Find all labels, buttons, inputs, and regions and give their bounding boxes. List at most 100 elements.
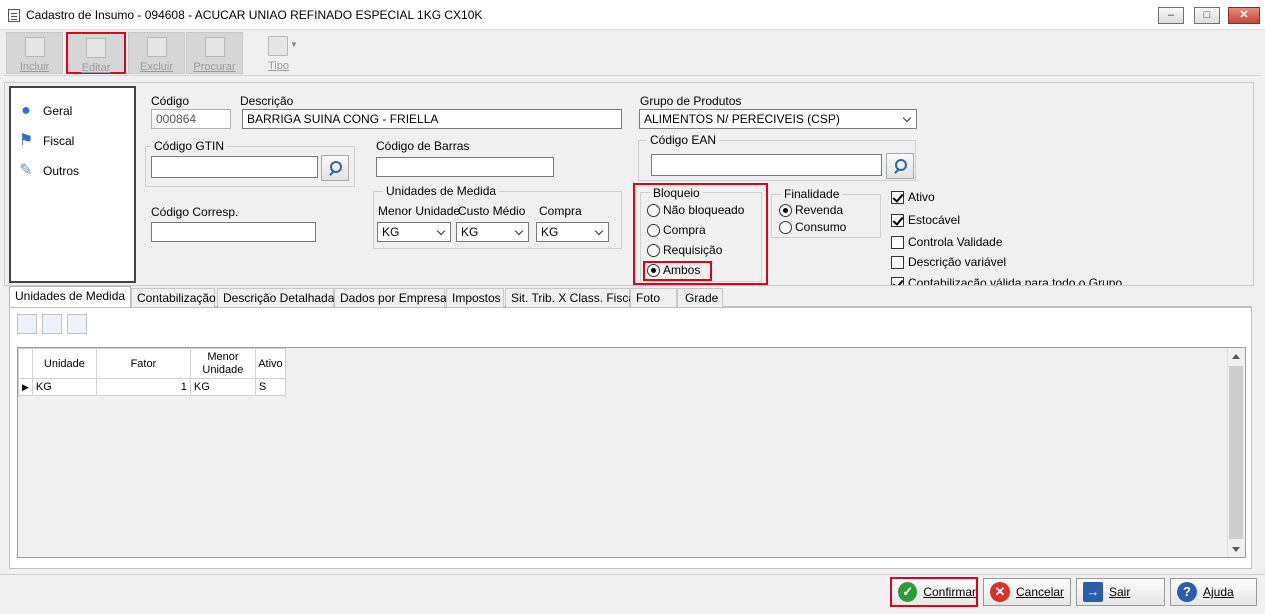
scroll-down-icon[interactable] (1232, 547, 1240, 552)
cancel-circle-icon: ✕ (990, 582, 1010, 602)
gtin-search-button[interactable] (321, 155, 349, 181)
grupo-select[interactable]: ALIMENTOS N/ PERECIVEIS (CSP) (639, 109, 917, 129)
cell-unidade[interactable]: KG (31, 378, 97, 396)
add-row-button[interactable] (17, 314, 37, 334)
close-icon: ✕ (1239, 9, 1249, 21)
cancelar-label: Cancelar (1016, 585, 1065, 599)
contabilizacao-grupo-checkbox[interactable]: Contabilização válida para todo o Grupo (891, 276, 1122, 285)
grid-header-fator[interactable]: Fator (95, 348, 191, 379)
tab-unidades-de-medida[interactable]: Unidades de Medida (9, 286, 131, 308)
table-row[interactable]: ▶ KG 1 KG S (18, 378, 286, 396)
close-button[interactable]: ✕ (1228, 7, 1260, 24)
procurar-button[interactable]: Procurar (186, 32, 243, 74)
checkbox-box (891, 276, 904, 285)
ean-search-button[interactable] (886, 153, 914, 179)
clipped-checkbox-area: Contabilização válida para todo o Grupo (885, 275, 1135, 285)
bloqueio-label: Bloqueio (650, 186, 703, 200)
grid-header-ativo[interactable]: Ativo (254, 348, 286, 379)
finalidade-label: Finalidade (781, 187, 843, 201)
tab-contabilizacao[interactable]: Contabilização (131, 288, 216, 307)
cell-menor-unidade[interactable]: KG (189, 378, 256, 396)
grupo-label: Grupo de Produtos (640, 94, 742, 108)
checkbox-label: Estocável (908, 213, 961, 227)
new-document-icon (25, 37, 45, 57)
ajuda-button[interactable]: ? Ajuda (1170, 578, 1257, 606)
bloqueio-ambos-radio[interactable]: Ambos (647, 263, 700, 277)
controla-validade-checkbox[interactable]: Controla Validade (891, 235, 1003, 249)
confirmar-label: Confirmar (923, 585, 976, 599)
codigo-field[interactable]: 000864 (151, 109, 231, 129)
dropdown-arrow-icon: ▼ (290, 40, 298, 49)
delete-row-button[interactable] (67, 314, 87, 334)
cell-fator[interactable]: 1 (95, 378, 191, 396)
cell-ativo[interactable]: S (254, 378, 286, 396)
ean-field[interactable] (651, 154, 882, 176)
menor-unidade-select[interactable]: KG (377, 222, 451, 242)
confirmar-button[interactable]: ✓ Confirmar (890, 577, 978, 607)
delete-document-icon (147, 37, 167, 57)
nav-item-outros[interactable]: ✎ Outros (15, 160, 79, 182)
procurar-label: Procurar (193, 61, 236, 73)
checkbox-box (891, 190, 904, 204)
maximize-icon: □ (1203, 9, 1211, 21)
compra-select[interactable]: KG (536, 222, 609, 242)
bloqueio-compra-radio[interactable]: Compra (647, 223, 706, 237)
tab-foto[interactable]: Foto (630, 288, 677, 307)
barras-label: Código de Barras (376, 139, 470, 153)
scroll-up-icon[interactable] (1232, 354, 1240, 359)
ativo-checkbox[interactable]: Ativo (891, 190, 935, 204)
unidades-grid[interactable]: Unidade Fator Menor Unidade Ativo ▶ KG 1… (17, 347, 1246, 558)
checkbox-label: Controla Validade (908, 235, 1003, 249)
radio-circle (647, 223, 660, 237)
editar-button[interactable]: Editar (66, 32, 126, 74)
incluir-button[interactable]: Incluir (6, 32, 63, 74)
checkbox-box (891, 255, 904, 269)
grid-header-menor-unidade[interactable]: Menor Unidade (189, 348, 256, 379)
bloqueio-requisicao-radio[interactable]: Requisição (647, 243, 722, 257)
tab-sit-trib-class-fiscal[interactable]: Sit. Trib. X Class. Fiscal (505, 288, 638, 307)
incluir-label: Incluir (19, 61, 50, 73)
table-icon (268, 36, 288, 56)
checkbox-box (891, 235, 904, 249)
minimize-button[interactable]: ‒ (1158, 7, 1184, 24)
corresp-field[interactable] (151, 222, 316, 242)
tab-impostos[interactable]: Impostos (446, 288, 504, 307)
tab-strip: Unidades de Medida Contabilização Descri… (9, 286, 1252, 308)
edit-row-button[interactable] (42, 314, 62, 334)
nav-item-fiscal[interactable]: ⚑ Fiscal (15, 130, 75, 152)
tipo-button[interactable]: ▼ Tipo (250, 32, 307, 74)
nav-item-geral[interactable]: ● Geral (15, 100, 72, 122)
maximize-button[interactable]: □ (1194, 7, 1220, 24)
unidades-label: Unidades de Medida (383, 184, 500, 198)
sair-button[interactable]: → Sair (1076, 578, 1165, 606)
excluir-label: Excluir (139, 61, 173, 73)
grid-header-unidade[interactable]: Unidade (31, 348, 97, 379)
scrollbar-thumb[interactable] (1229, 366, 1243, 539)
minimize-icon: ‒ (1167, 9, 1175, 21)
finalidade-revenda-radio[interactable]: Revenda (779, 203, 843, 217)
tab-descricao-detalhada[interactable]: Descrição Detalhada (217, 288, 334, 307)
corresp-label: Código Corresp. (151, 205, 239, 219)
checkbox-box (891, 213, 904, 227)
descricao-label: Descrição (240, 94, 294, 108)
bloqueio-nao-bloqueado-radio[interactable]: Não bloqueado (647, 203, 744, 217)
sair-label: Sair (1109, 585, 1131, 599)
estocavel-checkbox[interactable]: Estocável (891, 213, 960, 227)
tab-dados-por-empresa[interactable]: Dados por Empresa (334, 288, 447, 307)
finalidade-consumo-radio[interactable]: Consumo (779, 220, 846, 234)
cancelar-button[interactable]: ✕ Cancelar (983, 578, 1071, 606)
help-icon: ? (1177, 582, 1197, 602)
nav-label-geral: Geral (43, 104, 73, 118)
ean-label: Código EAN (647, 133, 720, 147)
barras-field[interactable] (376, 157, 554, 177)
descricao-field[interactable]: BARRIGA SUINA CONG - FRIELLA (242, 109, 622, 129)
radio-label: Revenda (795, 203, 844, 217)
checkbox-label: Contabilização válida para todo o Grupo (908, 276, 1123, 285)
tab-grade[interactable]: Grade (677, 288, 723, 307)
custo-medio-label: Custo Médio (458, 204, 526, 218)
edit-document-icon (86, 38, 106, 58)
gtin-field[interactable] (151, 156, 318, 178)
excluir-button[interactable]: Excluir (128, 32, 185, 74)
custo-medio-select[interactable]: KG (456, 222, 529, 242)
descricao-variavel-checkbox[interactable]: Descrição variável (891, 255, 1006, 269)
